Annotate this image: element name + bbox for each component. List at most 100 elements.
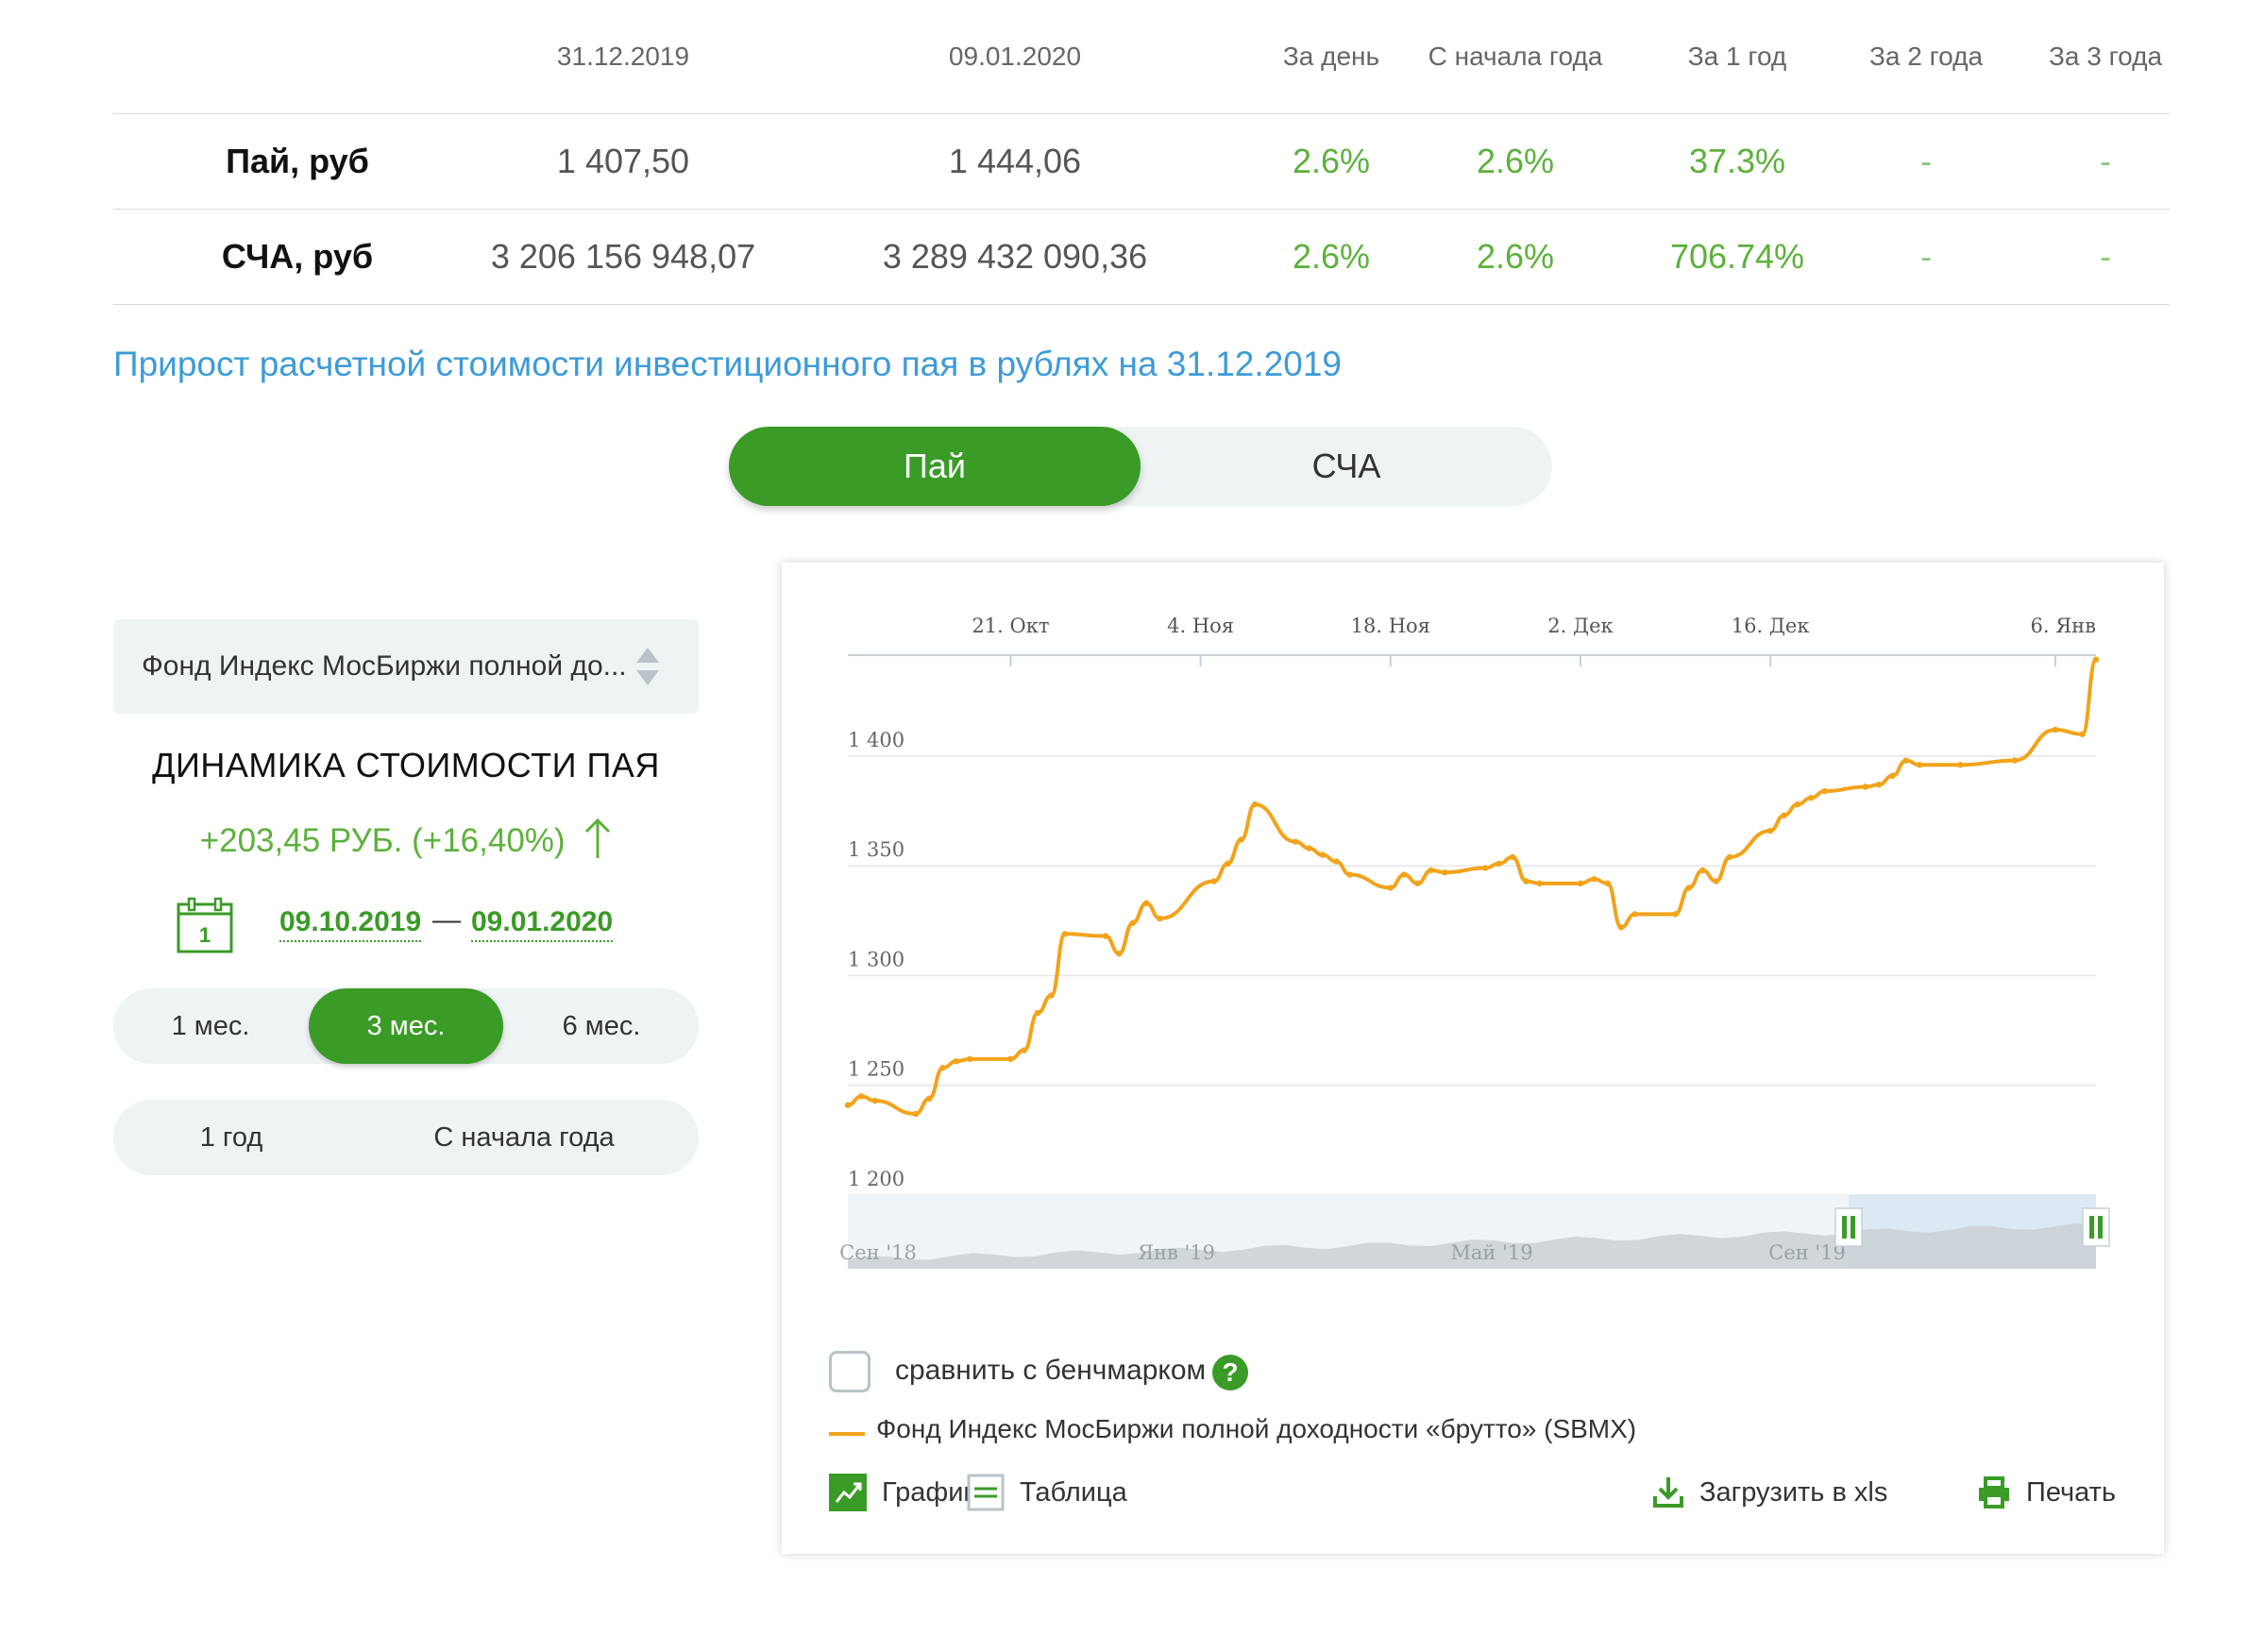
data-point — [939, 1064, 946, 1071]
data-point — [1319, 851, 1327, 858]
data-point — [2052, 726, 2059, 733]
data-point — [912, 1110, 920, 1118]
data-point — [1604, 880, 1611, 887]
download-xls-button[interactable]: Загрузить в xls — [1652, 1469, 1887, 1516]
change-day: 2.6% — [1292, 142, 1371, 180]
data-point — [1781, 812, 1787, 818]
data-point — [1210, 878, 1218, 885]
period-1-month[interactable]: 1 мес. — [113, 988, 308, 1064]
change-ytd: 2.6% — [1476, 142, 1555, 180]
data-point — [1129, 919, 1136, 926]
select-up-arrow-icon — [636, 648, 659, 663]
table-row: Пай, руб 1 407,50 1 444,06 2.6% 2.6% 37.… — [113, 114, 2170, 210]
table-view-label: Таблица — [1020, 1476, 1127, 1508]
data-point — [1346, 871, 1353, 878]
data-point — [1387, 885, 1394, 891]
date-from[interactable]: 09.10.2019 — [279, 906, 422, 942]
toggle-scha[interactable]: СЧА — [1141, 427, 1552, 506]
data-point — [1713, 878, 1719, 885]
header-date-2: 09.01.2020 — [948, 42, 1082, 71]
table-view-button[interactable]: Таблица — [967, 1469, 1127, 1516]
value-date-1: 1 407,50 — [556, 142, 690, 180]
period-selector-1: 1 мес. 3 мес. 6 мес. — [113, 988, 699, 1064]
chart-view-label: График — [882, 1476, 976, 1508]
data-point — [1292, 838, 1299, 845]
header-2y: За 2 года — [1868, 42, 1984, 71]
header-3y: За 3 года — [2048, 42, 2163, 71]
data-point — [1902, 757, 1910, 764]
data-point — [1509, 853, 1516, 861]
value-date-2: 1 444,06 — [948, 142, 1082, 180]
change-3y: - — [2100, 142, 2111, 180]
x-tick-label: 21. Окт — [972, 615, 1049, 637]
help-icon[interactable]: ? — [1212, 1355, 1248, 1391]
data-point — [1672, 911, 1679, 918]
line-chart[interactable]: 1 200 1 250 1 300 1 350 1 400 21. Окт 4. Ноя 18… — [782, 563, 2164, 1337]
download-icon — [1653, 1477, 1683, 1508]
data-point — [1808, 794, 1815, 801]
change-value: +203,45 РУБ. (+16,40%) — [199, 821, 566, 859]
data-point — [1523, 878, 1530, 885]
chart-tools: График Таблица Загрузить в xls Печать — [782, 1469, 2164, 1526]
data-point — [1102, 933, 1109, 939]
data-point — [1726, 853, 1733, 861]
data-point — [1007, 1055, 1014, 1063]
change-1y: 37.3% — [1688, 142, 1786, 180]
data-point — [1821, 787, 1828, 795]
grip-icon — [2098, 1216, 2103, 1239]
period-ytd[interactable]: С начала года — [349, 1100, 699, 1175]
data-point — [844, 1102, 852, 1108]
select-down-arrow-icon — [636, 670, 659, 685]
data-point — [1766, 827, 1774, 834]
table-row: СЧА, руб 3 206 156 948,07 3 289 432 090,… — [113, 210, 2170, 305]
data-point — [1794, 801, 1801, 808]
data-point — [1157, 915, 1163, 922]
period-1-year[interactable]: 1 год — [113, 1100, 349, 1175]
data-point — [1591, 875, 1597, 883]
data-point — [1496, 860, 1502, 868]
legend-line-swatch — [829, 1432, 865, 1436]
data-point — [2092, 656, 2100, 663]
data-point — [1617, 924, 1625, 931]
change-1y: 706.74% — [1669, 237, 1805, 276]
value-date-1: 3 206 156 948,07 — [490, 237, 756, 276]
summary-header-row: 31.12.2019 09.01.2020 За день С начала г… — [113, 0, 2170, 114]
benchmark-checkbox[interactable] — [829, 1351, 871, 1392]
data-point — [967, 1055, 973, 1063]
data-point — [1061, 931, 1069, 937]
period-6-months[interactable]: 6 мес. — [504, 988, 699, 1064]
period-3-months[interactable]: 3 мес. — [309, 988, 503, 1064]
data-point — [1916, 762, 1923, 768]
x-tick-label: 16. Дек — [1732, 615, 1810, 637]
print-button[interactable]: Печать — [1977, 1469, 2116, 1516]
header-day: За день — [1282, 42, 1380, 71]
data-point — [1957, 762, 1964, 768]
x-tick-label: 18. Ноя — [1351, 615, 1430, 637]
benchmark-label: сравнить с бенчмарком — [895, 1355, 1207, 1386]
change-ytd: 2.6% — [1476, 237, 1555, 276]
chart-view-button[interactable]: График — [829, 1469, 975, 1516]
navigator-label: Май '19 — [1450, 1241, 1532, 1264]
row-label: Пай, руб — [226, 142, 369, 180]
toggle-pai[interactable]: Пай — [729, 427, 1141, 506]
data-point — [1021, 1047, 1028, 1054]
navigator-label: Сен '19 — [1768, 1241, 1846, 1264]
calendar-icon[interactable]: 1 — [176, 897, 234, 960]
data-point — [1251, 801, 1259, 808]
data-point — [1034, 1009, 1041, 1017]
data-point — [871, 1097, 878, 1104]
section-title: Прирост расчетной стоимости инвестиционн… — [113, 345, 1342, 383]
unit-toggle: Пай СЧА — [729, 427, 1552, 506]
data-point — [1225, 860, 1231, 868]
header-ytd: С начала года — [1428, 42, 1603, 71]
x-tick-label: 6. Янв — [2031, 615, 2097, 637]
grip-icon — [1842, 1216, 1847, 1239]
data-point — [1685, 885, 1693, 891]
data-point — [1142, 900, 1150, 906]
data-point — [1428, 867, 1435, 874]
data-point — [1875, 781, 1883, 788]
data-point — [1414, 880, 1421, 887]
header-date-1: 31.12.2019 — [556, 42, 690, 71]
fund-select[interactable]: Фонд Индекс МосБиржи полной до... — [113, 619, 699, 714]
date-to[interactable]: 09.01.2020 — [471, 906, 614, 942]
